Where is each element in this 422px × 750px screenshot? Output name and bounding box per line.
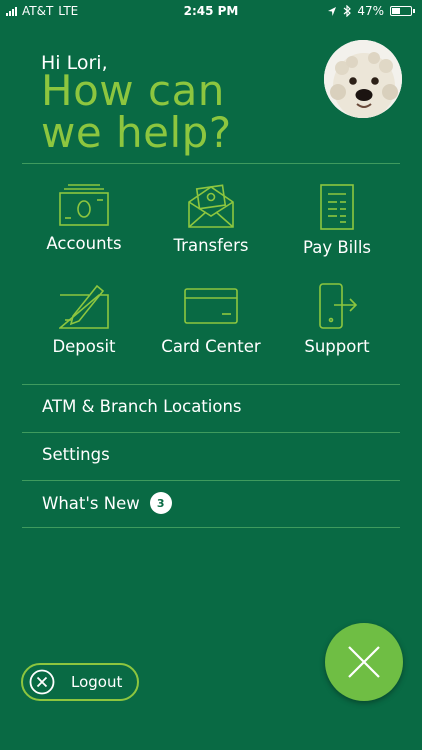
status-bar: AT&T LTE 2:45 PM 47% (0, 0, 422, 22)
avatar[interactable] (324, 40, 402, 118)
menu-item-settings-label: Settings (42, 445, 110, 464)
close-icon (348, 646, 380, 678)
bill-icon (320, 184, 354, 230)
menu-item-settings[interactable]: Settings (42, 445, 110, 464)
close-circle-icon (29, 669, 55, 695)
bluetooth-icon (343, 5, 352, 17)
tile-deposit-label: Deposit (52, 337, 116, 356)
status-right: 47% (327, 4, 415, 18)
menu-item-atm-branch-label: ATM & Branch Locations (42, 397, 242, 416)
menu-item-atm-branch[interactable]: ATM & Branch Locations (42, 397, 242, 416)
battery-icon (390, 6, 415, 16)
header-divider (22, 163, 400, 164)
battery-fill (392, 8, 400, 14)
headline: How can we help? (41, 70, 232, 154)
tile-transfers-label: Transfers (173, 236, 249, 255)
tile-support[interactable]: Support (267, 283, 407, 356)
logout-label: Logout (71, 673, 123, 691)
logout-button[interactable]: Logout (21, 663, 139, 701)
tile-accounts[interactable]: Accounts (14, 184, 154, 253)
headline-line-1: How can (41, 66, 225, 115)
cash-icon (59, 184, 109, 226)
check-pen-icon (59, 284, 109, 329)
battery-percent: 47% (357, 4, 384, 18)
menu-divider-2 (22, 480, 400, 481)
tile-card-center-label: Card Center (161, 337, 261, 356)
tile-support-label: Support (304, 337, 370, 356)
menu-item-whats-new[interactable]: What's New 3 (42, 492, 172, 514)
tile-pay-bills-label: Pay Bills (303, 238, 371, 257)
dog-avatar-icon (324, 40, 402, 118)
envelope-money-icon (188, 184, 234, 228)
tile-accounts-label: Accounts (46, 234, 122, 253)
tile-card-center[interactable]: Card Center (141, 283, 281, 356)
tile-transfers[interactable]: Transfers (141, 184, 281, 255)
close-menu-button[interactable] (325, 623, 403, 701)
phone-support-icon (319, 283, 358, 329)
headline-line-2: we help? (41, 108, 232, 157)
notification-badge: 3 (149, 492, 172, 514)
tile-deposit[interactable]: Deposit (14, 283, 154, 356)
location-arrow-icon (328, 6, 337, 16)
tile-pay-bills[interactable]: Pay Bills (267, 184, 407, 257)
menu-item-whats-new-label: What's New (42, 493, 140, 513)
menu-divider-3 (22, 527, 400, 528)
menu-divider-1 (22, 432, 400, 433)
grid-divider (22, 384, 400, 385)
credit-card-icon (184, 288, 238, 324)
